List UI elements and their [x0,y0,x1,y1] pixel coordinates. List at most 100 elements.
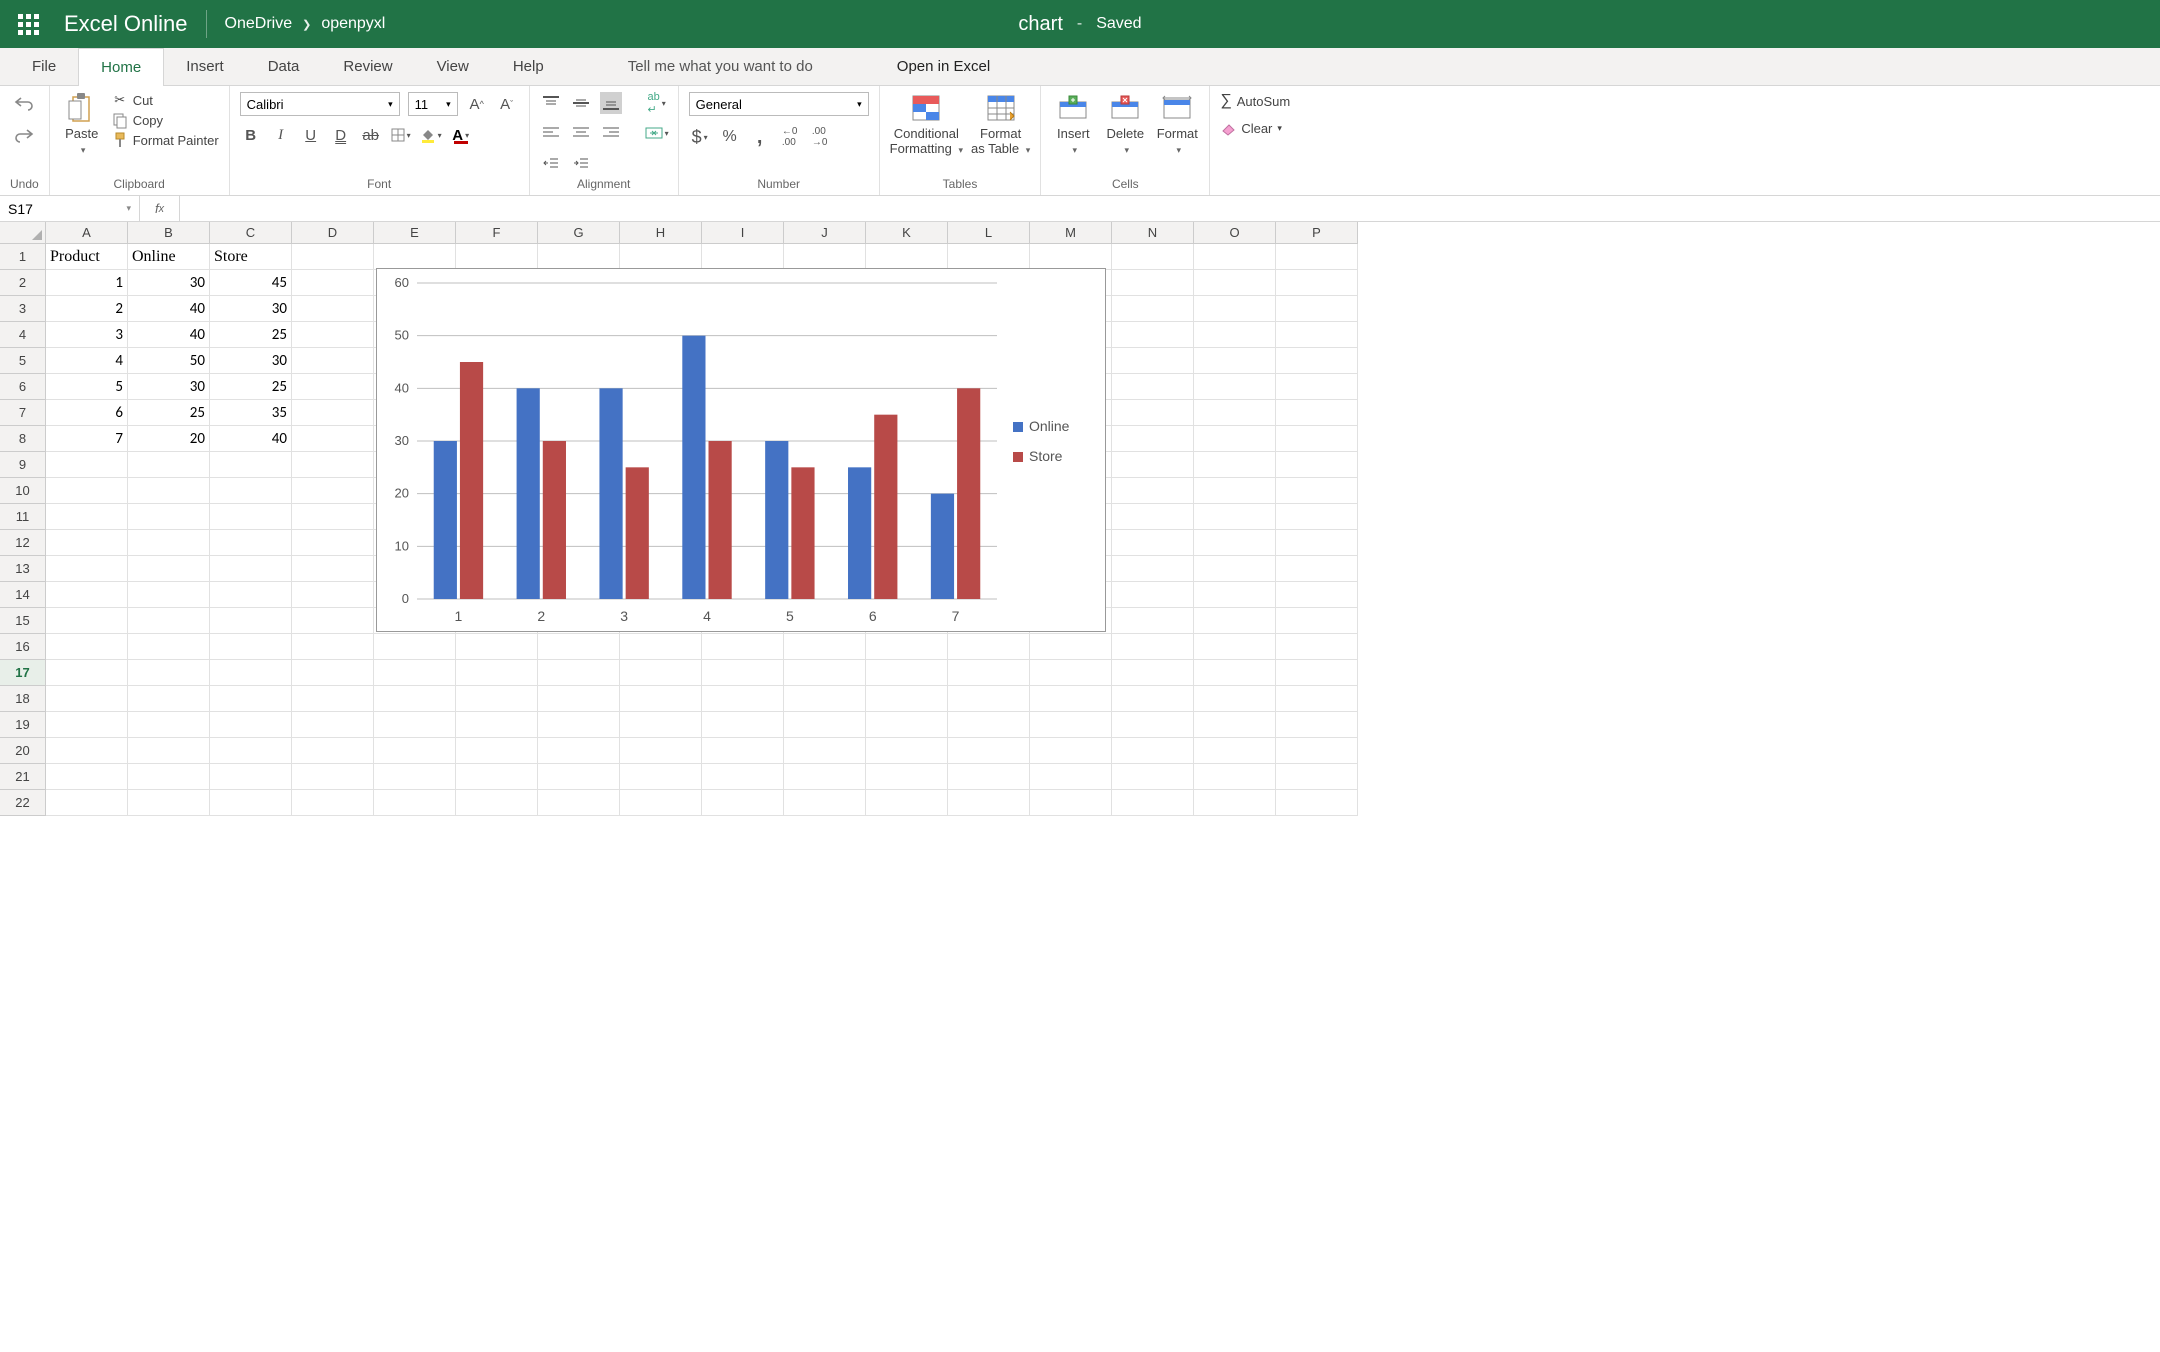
font-name-dropdown[interactable]: Calibri▾ [240,92,400,116]
cell[interactable]: 40 [210,426,292,452]
undo-button[interactable] [13,92,35,114]
cell[interactable] [456,738,538,764]
cell[interactable] [538,764,620,790]
open-in-excel[interactable]: Open in Excel [875,48,1012,85]
column-header[interactable]: M [1030,222,1112,244]
cell[interactable] [866,712,948,738]
format-painter-button[interactable]: Format Painter [112,132,219,148]
column-header[interactable]: A [46,222,128,244]
cell[interactable] [46,504,128,530]
cell[interactable]: 30 [210,296,292,322]
cell[interactable] [1194,686,1276,712]
column-header[interactable]: N [1112,222,1194,244]
cell[interactable] [46,660,128,686]
breadcrumb-folder[interactable]: openpyxl [321,15,385,33]
cell[interactable] [292,348,374,374]
column-header[interactable]: I [702,222,784,244]
cell[interactable] [456,686,538,712]
merge-button[interactable] [646,122,668,144]
cell[interactable]: 1 [46,270,128,296]
cell[interactable] [210,452,292,478]
cell[interactable] [1112,660,1194,686]
tab-help[interactable]: Help [491,48,566,85]
cell[interactable] [456,764,538,790]
cell[interactable]: 30 [210,348,292,374]
column-header[interactable]: K [866,222,948,244]
cell[interactable] [292,322,374,348]
cell[interactable] [948,686,1030,712]
cell[interactable] [292,738,374,764]
cell[interactable] [292,452,374,478]
bold-button[interactable]: B [240,124,262,146]
cell[interactable] [784,244,866,270]
italic-button[interactable]: I [270,124,292,146]
row-header[interactable]: 11 [0,504,46,530]
cell[interactable] [456,634,538,660]
cell[interactable] [1276,348,1358,374]
cell[interactable] [1112,296,1194,322]
row-header[interactable]: 20 [0,738,46,764]
cell[interactable]: 20 [128,426,210,452]
align-center-button[interactable] [570,122,592,144]
cell[interactable] [128,530,210,556]
breadcrumb-root[interactable]: OneDrive [225,15,293,33]
cell[interactable] [374,686,456,712]
cell[interactable] [1194,452,1276,478]
row-header[interactable]: 4 [0,322,46,348]
cell[interactable] [1030,634,1112,660]
row-header[interactable]: 5 [0,348,46,374]
cell[interactable]: 6 [46,400,128,426]
cell[interactable] [538,634,620,660]
cell[interactable] [1276,582,1358,608]
cell[interactable] [1276,660,1358,686]
borders-button[interactable] [390,124,412,146]
cell[interactable]: 25 [210,322,292,348]
delete-cells-button[interactable]: Delete [1103,92,1147,156]
cell[interactable] [1030,764,1112,790]
double-underline-button[interactable]: D [330,124,352,146]
cell[interactable] [1194,244,1276,270]
column-header[interactable]: H [620,222,702,244]
cell[interactable] [1112,426,1194,452]
cell[interactable] [702,738,784,764]
cell[interactable] [538,244,620,270]
row-header[interactable]: 17 [0,660,46,686]
cell[interactable] [1276,790,1358,816]
cell[interactable] [1112,374,1194,400]
cell[interactable] [1112,686,1194,712]
decrease-font-button[interactable]: Aˇ [496,93,518,115]
cell[interactable] [948,764,1030,790]
cell[interactable] [702,634,784,660]
cell[interactable] [46,556,128,582]
cell[interactable] [1030,712,1112,738]
cell[interactable] [374,634,456,660]
row-header[interactable]: 8 [0,426,46,452]
cell[interactable] [1112,738,1194,764]
row-header[interactable]: 19 [0,712,46,738]
cell[interactable] [292,374,374,400]
cell[interactable] [1194,296,1276,322]
cell[interactable] [128,478,210,504]
redo-button[interactable] [13,124,35,146]
tab-review[interactable]: Review [321,48,414,85]
cell[interactable] [1276,296,1358,322]
spreadsheet-grid[interactable]: ABCDEFGHIJKLMNOP 12345678910111213141516… [0,222,2160,852]
cell[interactable] [46,530,128,556]
cell[interactable] [1276,530,1358,556]
cell[interactable] [292,686,374,712]
cell[interactable] [210,790,292,816]
decrease-indent-button[interactable] [540,152,562,174]
cell[interactable] [620,712,702,738]
cut-button[interactable]: ✂ Cut [112,92,219,108]
cell[interactable] [292,296,374,322]
align-top-button[interactable] [540,92,562,114]
cell[interactable] [784,738,866,764]
row-header[interactable]: 9 [0,452,46,478]
cell[interactable]: 4 [46,348,128,374]
cell[interactable] [1276,608,1358,634]
cell[interactable] [128,556,210,582]
cell[interactable] [46,478,128,504]
cell[interactable] [210,634,292,660]
cell[interactable] [702,764,784,790]
cell[interactable] [456,790,538,816]
